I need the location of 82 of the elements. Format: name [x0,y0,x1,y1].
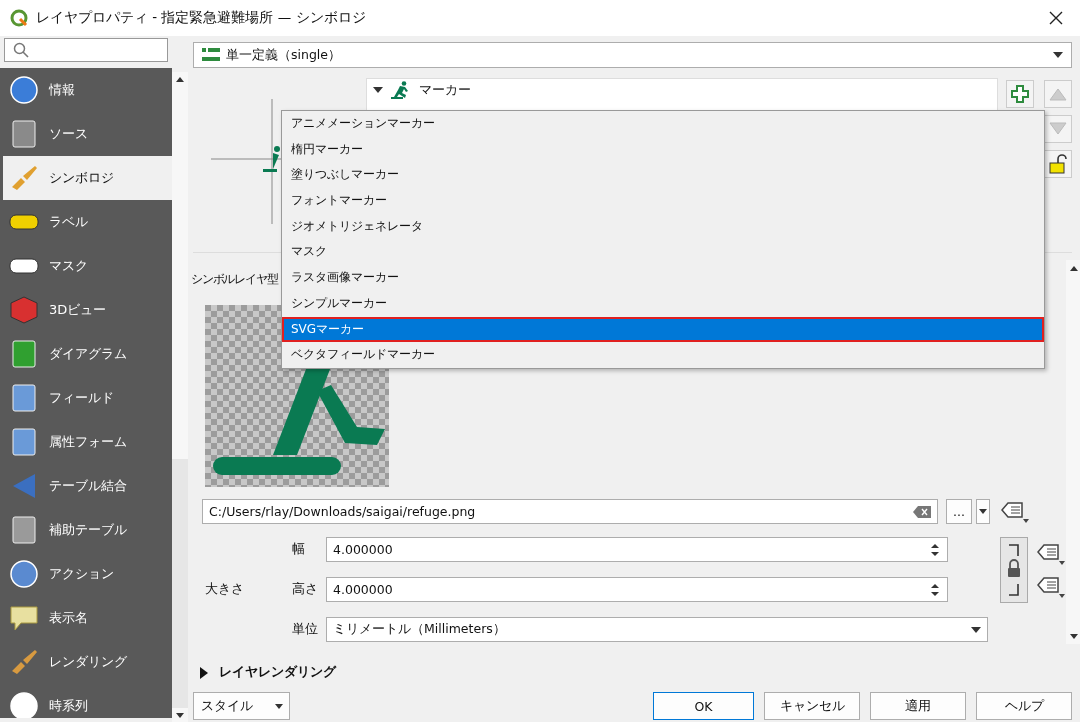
tree-item[interactable]: マーカー [367,79,997,101]
data-defined-icon[interactable] [1000,499,1030,524]
sidebar-item[interactable]: テーブル結合 [0,464,172,508]
dialog-button[interactable]: OK [653,692,754,720]
chain-lock-icon [1005,542,1023,598]
data-defined-icon[interactable] [1036,541,1066,566]
scrollbar[interactable] [172,72,188,722]
lock-layer-button[interactable] [1044,150,1072,178]
search-field[interactable] [4,38,168,62]
category-icon [9,383,39,413]
caret-icon [1053,52,1063,58]
sidebar-item[interactable]: ラベル [0,200,172,244]
sidebar-item[interactable]: シンボロジ [3,156,172,200]
sidebar-item[interactable]: 属性フォーム [0,420,172,464]
window-title: レイヤプロパティ - 指定緊急避難場所 — シンボロジ [36,9,367,27]
caret-icon [274,703,283,709]
layer-rendering-toggle[interactable]: レイヤレンダリング [193,664,1072,681]
down-arrow-icon [1049,122,1067,136]
height-label: 高さ [292,581,319,598]
data-defined-icon[interactable] [1036,574,1066,599]
sidebar-item[interactable]: ソース [0,112,172,156]
height-spinbox[interactable]: 4.000000 [326,577,948,602]
sidebar-item[interactable]: アクション [0,552,172,596]
sidebar-item[interactable]: 補助テーブル [0,508,172,552]
close-icon[interactable] [1049,11,1063,25]
unit-label: 単位 [292,621,319,638]
caret-icon[interactable] [373,86,384,94]
menu-item[interactable]: ラスタ画像マーカー [282,265,1044,291]
browse-menu-button[interactable] [976,499,990,524]
category-icon [9,119,39,149]
category-icon [9,75,39,105]
sidebar-item[interactable]: フィールド [0,376,172,420]
spinner-icon[interactable] [929,581,941,598]
sidebar-item[interactable]: 3Dビュー [0,288,172,332]
caret-icon [979,509,987,514]
sidebar-item[interactable]: マスク [0,244,172,288]
scrollbar[interactable] [1066,260,1080,644]
aspect-lock-button[interactable] [1000,537,1028,603]
unit-dropdown[interactable]: ミリメートル（Millimeters） [326,617,988,642]
menu-item[interactable]: フォントマーカー [282,188,1044,214]
category-icon [9,603,39,633]
category-icon [9,427,39,457]
category-icon [9,691,39,718]
dialog-button[interactable]: 適用 [870,692,966,720]
sidebar-item[interactable]: 時系列 [0,684,172,718]
symbol-layer-type-label: シンボルレイヤ型 [191,271,278,288]
caret-icon [971,626,981,633]
category-icon [9,339,39,369]
width-label: 幅 [292,541,306,558]
plus-icon [1011,85,1029,103]
move-down-button[interactable] [1044,115,1072,143]
menu-item[interactable]: ベクタフィールドマーカー [282,342,1044,368]
menu-item[interactable]: ジオメトリジェネレータ [282,213,1044,240]
dialog-button[interactable]: ヘルプ [976,692,1072,720]
renderer-dropdown[interactable]: 単一定義（single） [193,42,1072,68]
add-layer-button[interactable] [1006,80,1034,108]
style-button[interactable]: スタイル [193,692,290,720]
sidebar-item[interactable]: レンダリング [0,640,172,684]
single-symbol-icon [202,47,220,63]
category-icon [9,295,39,325]
width-spinbox[interactable]: 4.000000 [326,537,948,562]
sidebar-item[interactable]: 情報 [0,68,172,112]
size-label: 大きさ [204,581,245,598]
category-icon [9,515,39,545]
menu-item[interactable]: アニメメーションマーカー [282,111,1044,137]
padlock-icon [1048,154,1068,174]
dialog-button[interactable]: キャンセル [764,692,860,720]
category-icon [9,559,39,589]
menu-item[interactable]: マスク [282,239,1044,266]
sidebar-item[interactable]: ダイアグラム [0,332,172,376]
sidebar-item[interactable]: 表示名 [0,596,172,640]
menu-item[interactable]: シンプルマーカー [282,290,1044,317]
app-logo-icon [10,9,28,27]
menu-item[interactable]: 楕円マーカー [282,136,1044,163]
browse-button[interactable]: ... [946,499,972,524]
menu-item[interactable]: 塗りつぶしマーカー [282,162,1044,189]
spinner-icon[interactable] [929,541,941,558]
clear-icon[interactable] [913,505,931,518]
search-icon [13,42,29,58]
file-path-field[interactable]: C:/Users/rlay/Downloads/saigai/refuge.png [202,499,938,524]
up-arrow-icon [1049,87,1067,101]
menu-item[interactable]: SVGマーカー [282,316,1044,343]
